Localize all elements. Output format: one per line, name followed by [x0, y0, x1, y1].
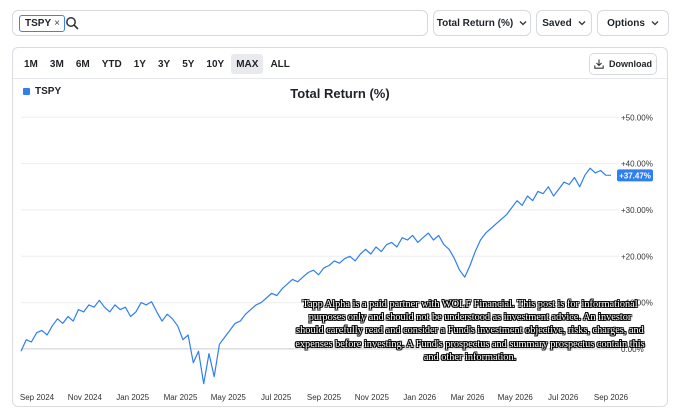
x-tick-label: Sep 2024 [20, 393, 55, 402]
x-tick-label: Jan 2025 [116, 393, 149, 402]
saved-dropdown-label: Saved [542, 17, 572, 29]
x-tick-label: Mar 2026 [451, 393, 485, 402]
chevron-down-icon [519, 21, 527, 26]
metric-dropdown[interactable]: Total Return (%) [433, 10, 531, 36]
options-dropdown-label: Options [607, 17, 645, 29]
x-tick-label: Jan 2026 [403, 393, 436, 402]
y-tick-label: +40.00% [621, 160, 653, 169]
metric-dropdown-label: Total Return (%) [436, 17, 514, 29]
chevron-down-icon [578, 21, 586, 26]
x-tick-label: May 2026 [498, 393, 534, 402]
search-icon[interactable] [65, 16, 79, 30]
x-tick-label: Mar 2025 [164, 393, 198, 402]
chart-card: 1M 3M 6M YTD 1Y 3Y 5Y 10Y MAX ALL Downlo… [12, 47, 668, 407]
ticker-chip[interactable]: TSPY × [19, 15, 65, 32]
x-tick-label: Nov 2024 [68, 393, 103, 402]
search-box[interactable]: TSPY × [12, 10, 428, 36]
last-value-label: +37.47% [619, 171, 651, 180]
y-tick-label: +50.00% [621, 113, 653, 122]
y-tick-label: +30.00% [621, 206, 653, 215]
x-tick-label: Sep 2025 [307, 393, 342, 402]
disclaimer-overlay: Tapp Alpha is a paid partner with WOLF F… [295, 299, 645, 363]
ticker-chip-label: TSPY [25, 18, 52, 29]
x-tick-label: Jul 2025 [261, 393, 292, 402]
chevron-down-icon [651, 21, 659, 26]
saved-dropdown[interactable]: Saved [536, 10, 592, 36]
y-tick-label: +20.00% [621, 252, 653, 261]
remove-ticker-icon[interactable]: × [54, 18, 60, 29]
x-tick-label: Jul 2026 [548, 393, 579, 402]
x-tick-label: Nov 2025 [355, 393, 390, 402]
options-dropdown[interactable]: Options [597, 10, 669, 36]
top-toolbar: TSPY × Total Return (%) Saved Options [12, 10, 669, 38]
x-tick-label: Sep 2026 [594, 393, 629, 402]
x-tick-label: May 2025 [211, 393, 247, 402]
